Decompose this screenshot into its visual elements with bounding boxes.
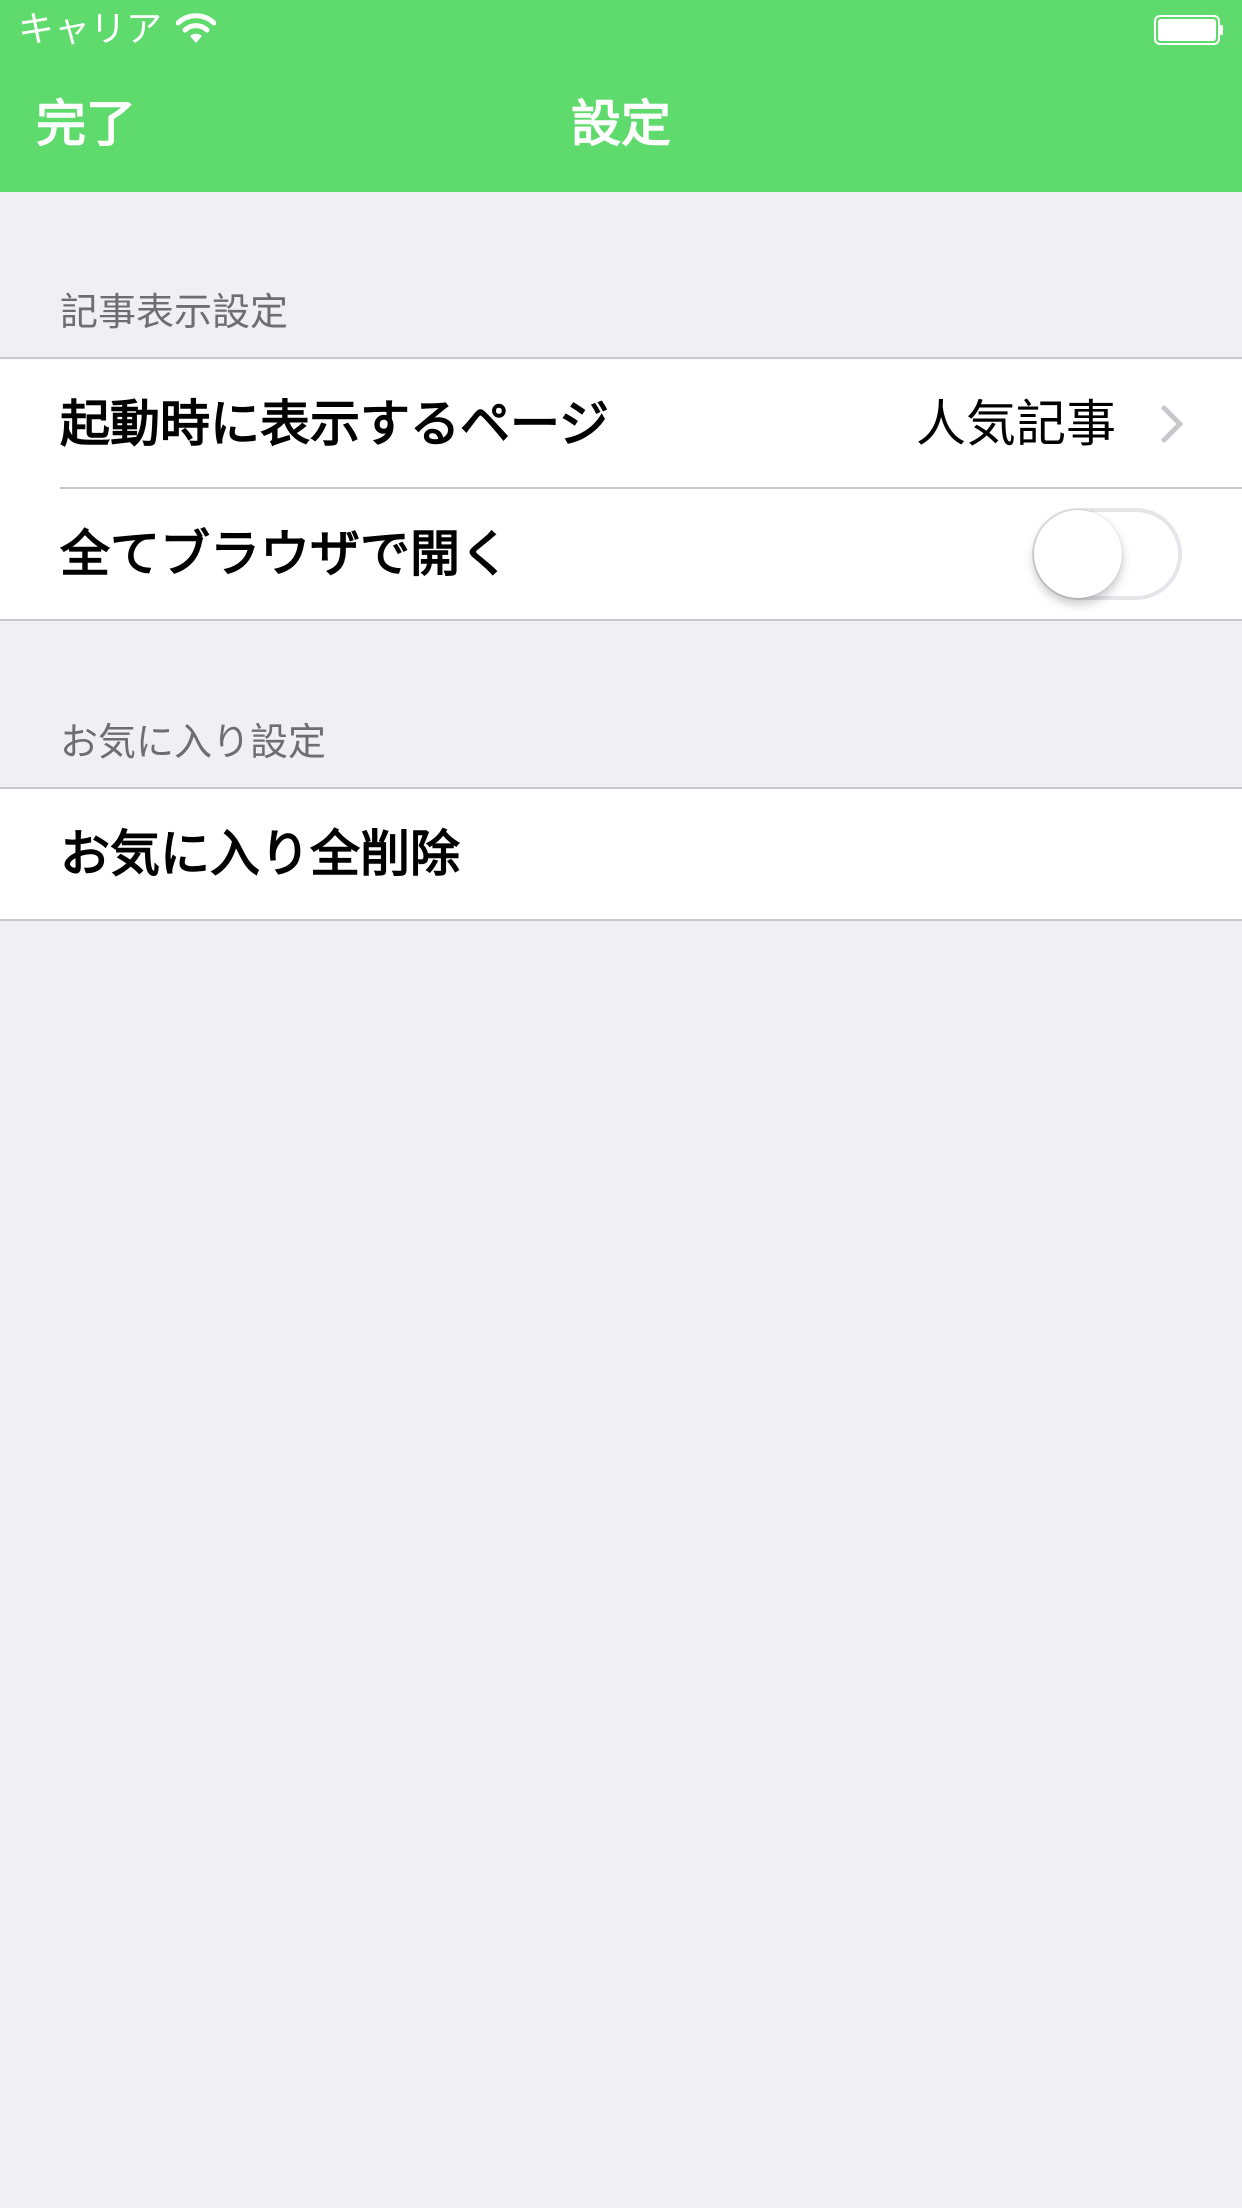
wifi-icon — [176, 13, 216, 43]
open-in-browser-label: 全てブラウザで開く — [60, 525, 510, 583]
delete-all-favorites-label: お気に入り全削除 — [60, 825, 460, 883]
settings-group-article-display: 起動時に表示するページ 人気記事 全てブラウザで開く — [0, 357, 1242, 621]
startup-page-row[interactable]: 起動時に表示するページ 人気記事 — [0, 359, 1242, 489]
navigation-bar: 完了 設定 — [0, 60, 1242, 192]
app-header: キャリア 完了 設定 — [0, 0, 1242, 192]
carrier-label: キャリア — [18, 9, 163, 50]
settings-group-favorites: お気に入り全削除 — [0, 787, 1242, 921]
open-in-browser-toggle[interactable] — [1032, 508, 1182, 600]
section-header-article-display: 記事表示設定 — [60, 290, 289, 334]
startup-page-label: 起動時に表示するページ — [60, 395, 609, 453]
chevron-right-icon — [1161, 405, 1183, 443]
battery-icon — [1154, 15, 1223, 45]
startup-page-value: 人気記事 — [916, 395, 1116, 453]
delete-all-favorites-row[interactable]: お気に入り全削除 — [0, 789, 1242, 919]
toggle-knob — [1034, 510, 1122, 598]
section-header-favorites: お気に入り設定 — [60, 720, 327, 764]
status-bar: キャリア — [0, 0, 1242, 60]
open-in-browser-row: 全てブラウザで開く — [0, 489, 1242, 619]
page-title: 設定 — [571, 95, 671, 153]
